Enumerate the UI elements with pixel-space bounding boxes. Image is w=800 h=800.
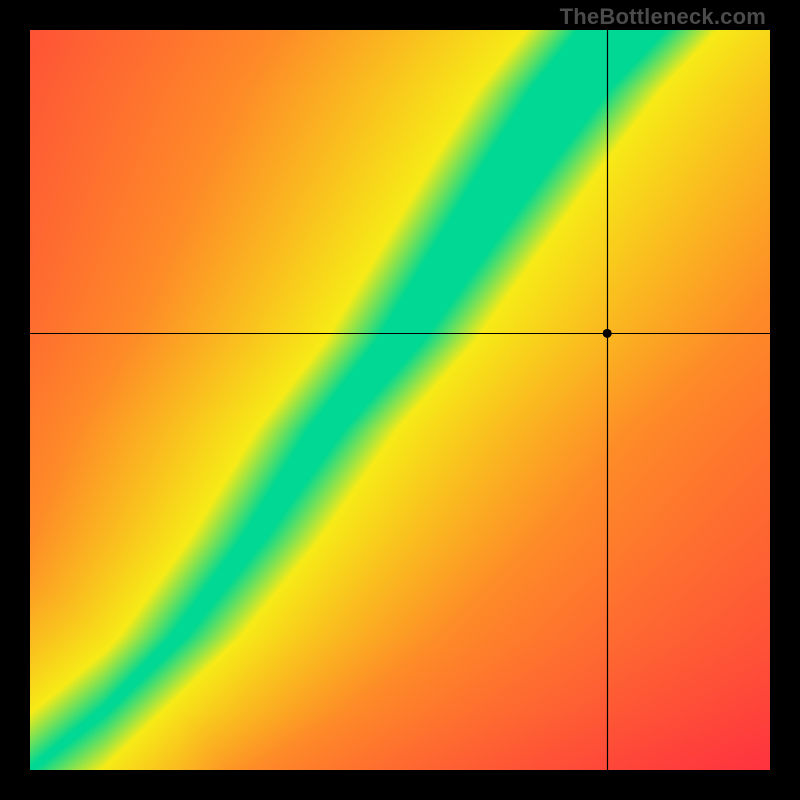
watermark-text: TheBottleneck.com <box>560 4 766 30</box>
chart-frame: TheBottleneck.com <box>0 0 800 800</box>
bottleneck-heatmap <box>30 30 770 770</box>
